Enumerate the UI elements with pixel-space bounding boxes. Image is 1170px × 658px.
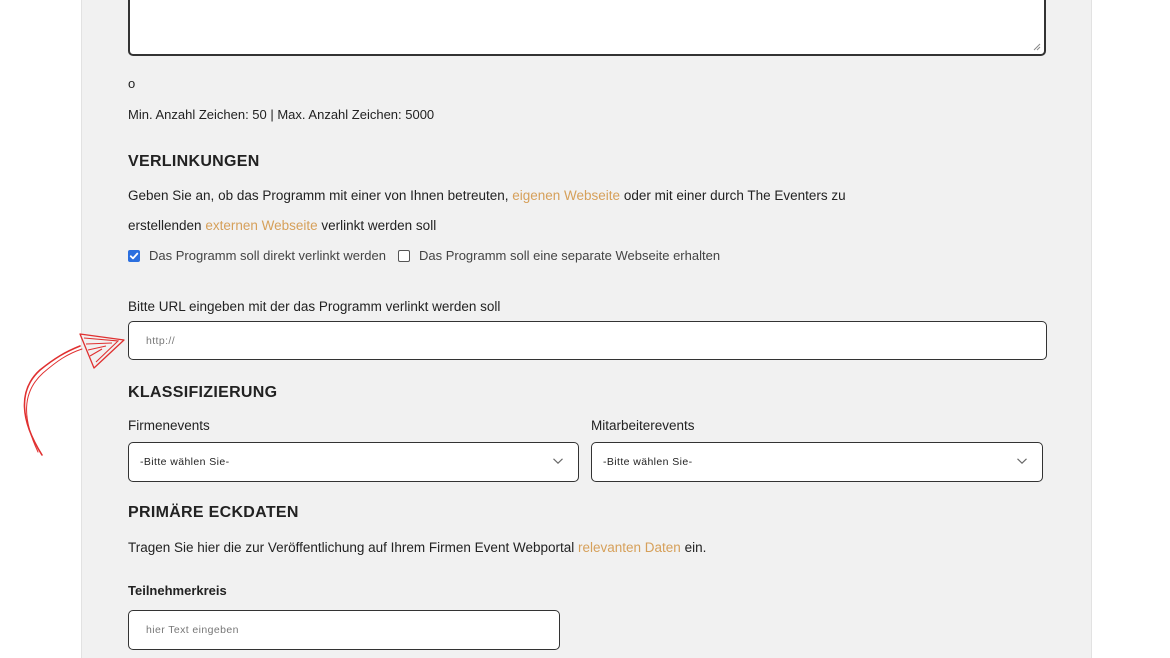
- direct-link-checkbox[interactable]: [128, 249, 140, 262]
- participants-label: Teilnehmerkreis: [128, 583, 227, 598]
- company-events-label: Firmenevents: [128, 418, 210, 433]
- employee-events-select[interactable]: -Bitte wählen Sie-: [591, 442, 1043, 482]
- description-textarea[interactable]: [128, 0, 1046, 56]
- char-counter: o: [128, 76, 136, 91]
- resize-grip-icon[interactable]: [1033, 43, 1041, 51]
- company-events-select[interactable]: -Bitte wählen Sie-: [128, 442, 579, 482]
- chevron-down-icon: [1017, 458, 1027, 464]
- separate-website-label[interactable]: Das Programm soll eine separate Webseite…: [419, 248, 720, 263]
- url-placeholder: http://: [146, 334, 176, 347]
- checkmark-icon: [129, 252, 139, 259]
- classification-heading: KLASSIFIZIERUNG: [128, 384, 278, 401]
- link-type-options: Das Programm soll direkt verlinkt werden…: [128, 248, 720, 263]
- participants-placeholder: hier Text eingeben: [146, 624, 239, 636]
- direct-link-label[interactable]: Das Programm soll direkt verlinkt werden: [149, 248, 386, 263]
- links-heading: VERLINKUNGEN: [128, 153, 260, 170]
- relevant-data-link[interactable]: relevanten Daten: [578, 540, 681, 555]
- primary-data-heading: PRIMÄRE ECKDATEN: [128, 504, 299, 521]
- participants-input[interactable]: hier Text eingeben: [128, 610, 560, 650]
- url-input[interactable]: http://: [128, 321, 1047, 360]
- links-intro: Geben Sie an, ob das Programm mit einer …: [128, 188, 846, 233]
- char-limits: Min. Anzahl Zeichen: 50 | Max. Anzahl Ze…: [128, 107, 435, 122]
- employee-events-label: Mitarbeiterevents: [591, 418, 695, 433]
- primary-data-intro: Tragen Sie hier die zur Veröffentlichung…: [128, 540, 707, 555]
- external-website-link[interactable]: externen Webseite: [205, 218, 317, 233]
- chevron-down-icon: [553, 458, 563, 464]
- own-website-link[interactable]: eigenen Webseite: [512, 188, 620, 203]
- separate-website-checkbox[interactable]: [397, 249, 410, 262]
- url-label: Bitte URL eingeben mit der das Programm …: [128, 299, 501, 314]
- form-panel: o Min. Anzahl Zeichen: 50 | Max. Anzahl …: [81, 0, 1092, 658]
